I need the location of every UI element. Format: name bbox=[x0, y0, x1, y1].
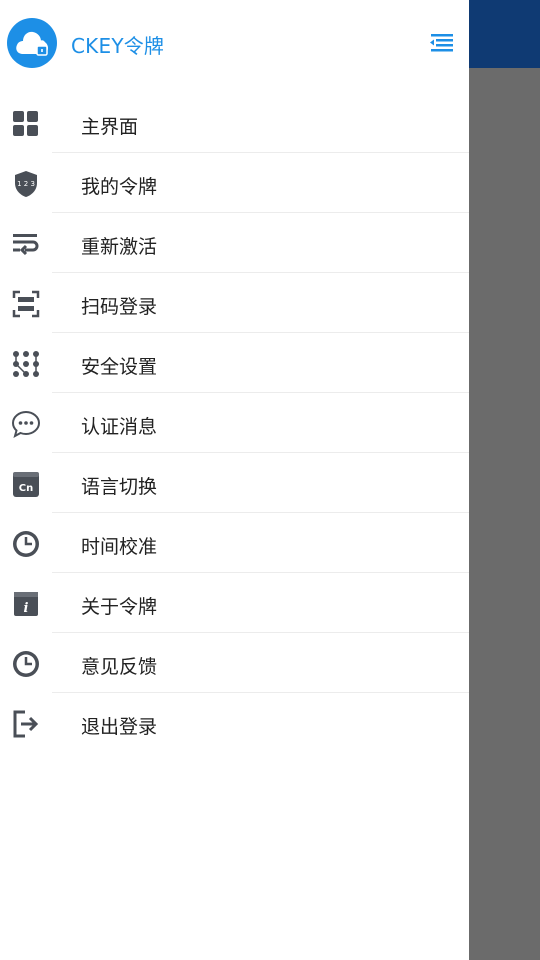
menu-item-label: 我的令牌 bbox=[81, 176, 158, 198]
menu-item-time-calibration[interactable]: 时间校准 bbox=[0, 513, 469, 573]
language-cn-icon: Cn bbox=[11, 469, 41, 499]
pattern-lock-icon bbox=[11, 349, 41, 379]
menu-item-my-tokens[interactable]: 1 2 3 我的令牌 bbox=[0, 153, 469, 213]
menu-item-label: 关于令牌 bbox=[81, 596, 158, 618]
drawer-header: CKEY令牌 bbox=[0, 0, 469, 88]
reactivate-icon bbox=[11, 229, 41, 259]
menu-item-label: 时间校准 bbox=[81, 536, 158, 558]
chat-bubble-icon bbox=[11, 409, 41, 439]
menu-item-security-settings[interactable]: 安全设置 bbox=[0, 333, 469, 393]
svg-text:1 2 3: 1 2 3 bbox=[17, 180, 35, 188]
menu-item-label: 认证消息 bbox=[81, 416, 158, 438]
shield-123-icon: 1 2 3 bbox=[11, 169, 41, 199]
feedback-clock-icon bbox=[11, 649, 41, 679]
menu-item-reactivate[interactable]: 重新激活 bbox=[0, 213, 469, 273]
app-title: CKEY令牌 bbox=[71, 34, 165, 58]
svg-text:i: i bbox=[24, 601, 29, 616]
menu-item-feedback[interactable]: 意见反馈 bbox=[0, 633, 469, 693]
menu-item-home[interactable]: 主界面 bbox=[0, 93, 469, 153]
menu-item-label: 重新激活 bbox=[81, 236, 158, 258]
navigation-drawer: CKEY令牌 主界面 1 2 3 我的令牌 重新激活 扫码登录 安全设置 认证消… bbox=[0, 0, 469, 960]
logout-icon bbox=[11, 709, 41, 739]
menu-item-label: 主界面 bbox=[81, 116, 139, 138]
scan-icon bbox=[11, 289, 41, 319]
menu-item-label: 退出登录 bbox=[81, 716, 158, 738]
menu-item-language-switch[interactable]: Cn 语言切换 bbox=[0, 453, 469, 513]
menu-item-auth-messages[interactable]: 认证消息 bbox=[0, 393, 469, 453]
clock-icon bbox=[11, 529, 41, 559]
menu-item-scan-login[interactable]: 扫码登录 bbox=[0, 273, 469, 333]
menu-item-label: 意见反馈 bbox=[81, 656, 158, 678]
menu-item-label: 扫码登录 bbox=[81, 296, 158, 318]
cloud-lock-icon bbox=[7, 18, 57, 68]
svg-text:Cn: Cn bbox=[19, 483, 33, 494]
info-icon: i bbox=[11, 589, 41, 619]
menu-collapse-icon[interactable] bbox=[428, 32, 454, 54]
drawer-menu: 主界面 1 2 3 我的令牌 重新激活 扫码登录 安全设置 认证消息 Cn 语言… bbox=[0, 93, 469, 753]
menu-item-label: 语言切换 bbox=[81, 476, 158, 498]
menu-item-label: 安全设置 bbox=[81, 356, 158, 378]
menu-item-logout[interactable]: 退出登录 bbox=[0, 693, 469, 753]
menu-item-about[interactable]: i 关于令牌 bbox=[0, 573, 469, 633]
dashboard-grid-icon bbox=[11, 109, 41, 139]
